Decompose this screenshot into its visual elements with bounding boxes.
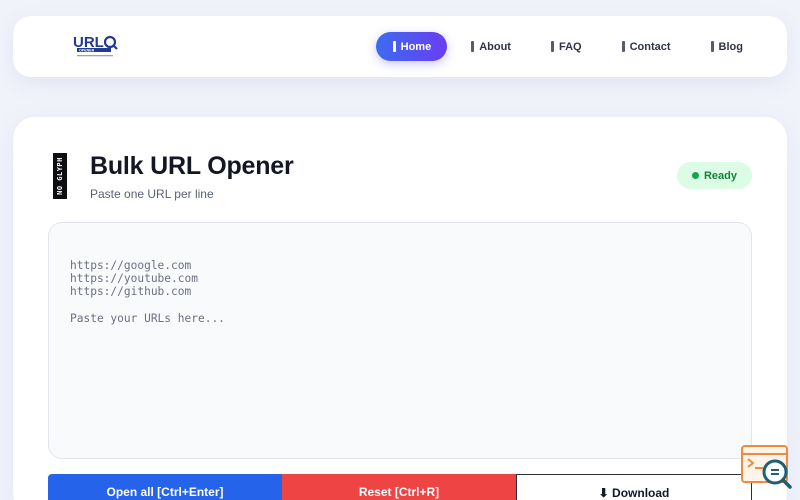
nav-link-faq[interactable]: FAQ	[535, 32, 598, 61]
bulk-opener-card: NO GLYPH Bulk URL Opener Paste one URL p…	[13, 117, 787, 500]
status-badge: Ready	[676, 162, 752, 189]
nav-link-blog[interactable]: Blog	[695, 32, 759, 61]
missing-glyph-icon	[471, 41, 475, 52]
nav-links: Home About FAQ Contact Blog	[375, 32, 759, 61]
missing-glyph-icon: NO GLYPH	[53, 153, 67, 199]
nav-link-contact[interactable]: Contact	[606, 32, 687, 61]
top-navbar: URL OPENER Home About FAQ Contact Blog	[13, 16, 787, 77]
status-label: Ready	[703, 169, 737, 182]
missing-glyph-icon	[621, 41, 625, 52]
open-all-button[interactable]: Open all [Ctrl+Enter]	[48, 474, 282, 500]
reset-button[interactable]: Reset [Ctrl+R]	[282, 474, 516, 500]
missing-glyph-icon	[710, 41, 714, 52]
page-title: Bulk URL Opener	[90, 152, 294, 180]
action-button-row: Open all [Ctrl+Enter] Reset [Ctrl+R] ⬇ D…	[48, 474, 752, 500]
url-input-textarea[interactable]	[48, 222, 752, 459]
logo-subtext: OPENER	[79, 48, 95, 52]
nav-link-label: Contact	[629, 40, 671, 53]
page-subtitle: Paste one URL per line	[90, 187, 214, 201]
missing-glyph-icon	[550, 41, 554, 52]
url-opener-logo[interactable]: URL OPENER	[73, 32, 133, 62]
nav-link-label: Home	[400, 40, 432, 53]
search-terminal-icon[interactable]	[741, 444, 793, 492]
status-dot-icon	[691, 172, 699, 179]
nav-link-label: Blog	[718, 40, 743, 53]
missing-glyph-icon	[392, 41, 396, 52]
nav-link-label: About	[479, 40, 511, 53]
nav-link-about[interactable]: About	[455, 32, 527, 61]
download-button[interactable]: ⬇ Download	[516, 474, 752, 500]
glyph-fallback-text: NO GLYPH	[56, 157, 64, 195]
nav-link-home[interactable]: Home	[375, 32, 448, 61]
nav-link-label: FAQ	[558, 40, 582, 53]
